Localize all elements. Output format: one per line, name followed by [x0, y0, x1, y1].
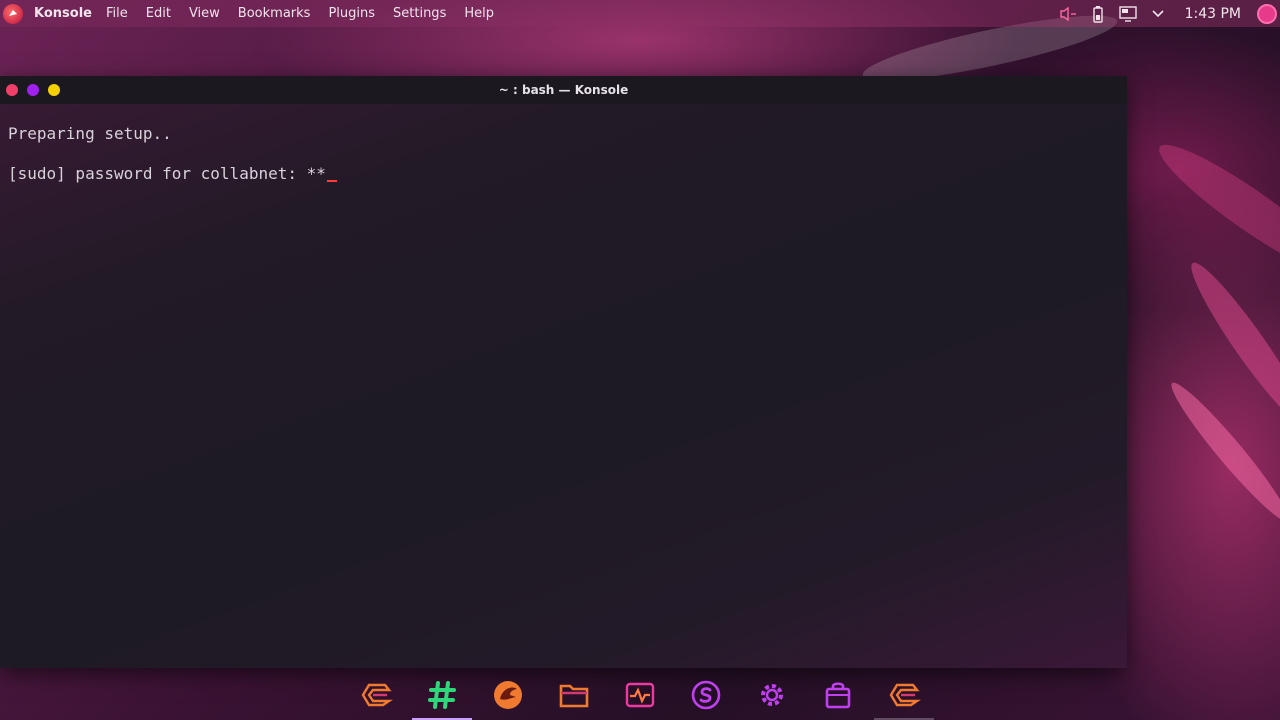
clock[interactable]: 1:43 PM: [1185, 6, 1241, 22]
menu-settings[interactable]: Settings: [393, 6, 446, 21]
terminal-cursor: [326, 180, 337, 182]
chevron-down-icon[interactable]: [1149, 5, 1167, 23]
window-titlebar[interactable]: ~ : bash — Konsole: [0, 76, 1127, 104]
menu-plugins[interactable]: Plugins: [328, 6, 375, 21]
hashtag-icon: [428, 681, 456, 709]
dock-item-terminal[interactable]: [412, 670, 472, 720]
dock-item-garuda-welcome[interactable]: [346, 670, 406, 720]
store-bag-icon: [825, 682, 851, 709]
dock-item-store[interactable]: [808, 670, 868, 720]
user-avatar[interactable]: [1257, 3, 1277, 24]
dock-item-garuda-assistant[interactable]: [478, 670, 538, 720]
terminal-line: Preparing setup..: [8, 124, 172, 143]
menu-view[interactable]: View: [189, 6, 220, 21]
wallpaper-feather: [1162, 375, 1280, 529]
garuda-app-icon[interactable]: [3, 3, 23, 24]
konsole-window: ~ : bash — Konsole Preparing setup.. [su…: [0, 76, 1127, 668]
app-name: Konsole: [34, 6, 92, 21]
wallpaper-feather: [1148, 130, 1280, 290]
display-icon[interactable]: [1118, 5, 1137, 23]
menu-bookmarks[interactable]: Bookmarks: [238, 6, 311, 21]
s-app-icon: [691, 680, 721, 710]
dock-item-system-monitor[interactable]: [610, 670, 670, 720]
system-monitor-icon: [625, 682, 655, 708]
window-title: ~ : bash — Konsole: [498, 83, 629, 97]
garuda-logo-icon: [889, 683, 921, 707]
menu-file[interactable]: File: [106, 6, 128, 21]
terminal-area[interactable]: Preparing setup.. [sudo] password for co…: [0, 104, 1127, 224]
dock-item-garuda-welcome-2[interactable]: [874, 670, 934, 720]
menu-edit[interactable]: Edit: [146, 6, 171, 21]
terminal-line: [sudo] password for collabnet: **: [8, 164, 1119, 184]
folder-icon: [559, 684, 589, 708]
garuda-eagle-icon: [494, 681, 522, 709]
garuda-logo-icon: [361, 683, 393, 707]
dock-item-settings[interactable]: [742, 670, 802, 720]
system-tray: 1:43 PM: [1059, 0, 1280, 27]
menu-help[interactable]: Help: [464, 6, 494, 21]
dock-item-files[interactable]: [544, 670, 604, 720]
dock: [0, 670, 1280, 720]
top-panel: Konsole File Edit View Bookmarks Plugins…: [0, 0, 1280, 27]
wallpaper-feather: [1180, 254, 1280, 436]
battery-icon[interactable]: [1089, 5, 1107, 23]
dock-item-s-app[interactable]: [676, 670, 736, 720]
settings-gear-icon: [761, 684, 783, 706]
volume-muted-icon[interactable]: [1059, 5, 1077, 23]
